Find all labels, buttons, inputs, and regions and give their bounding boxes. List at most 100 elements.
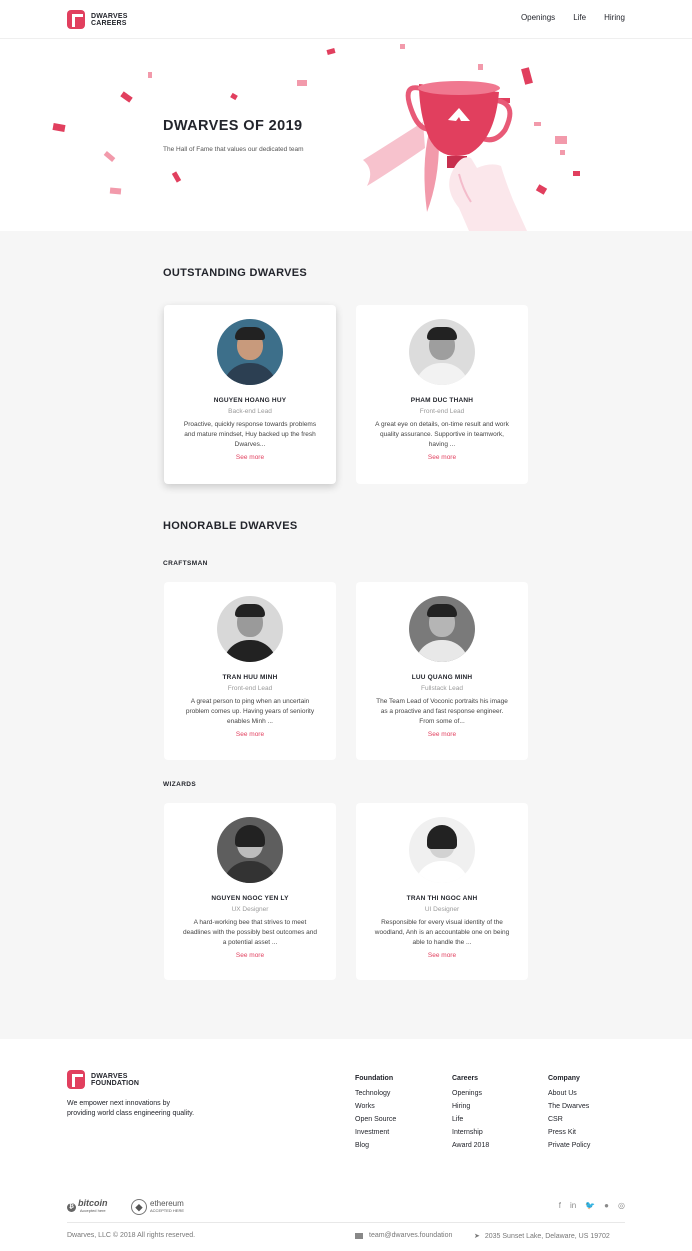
member-role: Front-end Lead	[227, 685, 273, 692]
footer-link[interactable]: Private Policy	[548, 1142, 590, 1149]
site-footer: DWARVES FOUNDATION We empower next innov…	[0, 1039, 692, 1251]
footer-link[interactable]: Press Kit	[548, 1129, 590, 1136]
see-more-link[interactable]: See more	[356, 454, 528, 461]
member-avatar	[217, 319, 283, 385]
member-role: Fullstack Lead	[421, 685, 463, 692]
site-header: DWARVES CAREERS Openings Life Hiring	[0, 0, 692, 39]
logo-line1: DWARVES	[91, 12, 128, 20]
see-more-link[interactable]: See more	[356, 731, 528, 738]
member-description: A great eye on details, on-time result a…	[375, 421, 509, 448]
see-more-link[interactable]: See more	[356, 952, 528, 959]
footer-logo-line2: FOUNDATION	[91, 1079, 140, 1087]
member-name: PHAM DUC THANH	[410, 397, 474, 404]
nav-hiring[interactable]: Hiring	[604, 13, 625, 22]
footer-link[interactable]: Technology	[355, 1090, 396, 1097]
footer-link[interactable]: The Dwarves	[548, 1103, 590, 1110]
confetti	[171, 171, 182, 183]
member-card[interactable]: LUU QUANG MINH Fullstack Lead The Team L…	[356, 582, 528, 760]
ethereum-label: ethereum	[150, 1199, 184, 1208]
member-name: NGUYEN HOANG HUY	[213, 397, 287, 404]
footer-link[interactable]: Award 2018	[452, 1142, 489, 1149]
footer-col-company: Company About Us The Dwarves CSR Press K…	[548, 1075, 590, 1155]
ethereum-icon: ◆	[131, 1199, 147, 1215]
page-title: DWARVES OF 2019	[163, 118, 303, 134]
footer-col-foundation: Foundation Technology Works Open Source …	[355, 1075, 396, 1155]
confetti	[573, 171, 580, 176]
confetti	[109, 187, 122, 195]
location-arrow-icon: ➤	[474, 1233, 480, 1240]
dwarves-foundation-logo[interactable]: DWARVES FOUNDATION	[67, 1070, 139, 1089]
confetti	[326, 48, 336, 55]
see-more-link[interactable]: See more	[164, 454, 336, 461]
footer-link[interactable]: About Us	[548, 1090, 590, 1097]
member-card[interactable]: TRAN HUU MINH Front-end Lead A great per…	[164, 582, 336, 760]
member-description: A great person to ping when an uncertain…	[185, 698, 315, 725]
footer-heading: Company	[548, 1075, 580, 1082]
member-avatar	[217, 596, 283, 662]
footer-link[interactable]: CSR	[548, 1116, 590, 1123]
confetti	[120, 91, 133, 103]
member-avatar	[217, 817, 283, 883]
confetti	[400, 44, 405, 49]
contact-address: ➤ 2035 Sunset Lake, Delaware, US 19702	[474, 1232, 610, 1241]
nav-openings[interactable]: Openings	[521, 13, 555, 22]
craftsman-label: CRAFTSMAN	[163, 560, 208, 567]
confetti	[297, 80, 307, 86]
member-card[interactable]: NGUYEN NGOC YEN LY UX Designer A hard-wo…	[164, 803, 336, 980]
email-text: team@dwarves.foundation	[369, 1232, 453, 1239]
page-subtitle: The Hall of Fame that values our dedicat…	[163, 146, 304, 153]
member-description: Responsible for every visual identity of…	[374, 919, 510, 946]
main-content: OUTSTANDING DWARVES NGUYEN HOANG HUY Bac…	[0, 231, 692, 1039]
footer-divider	[67, 1222, 625, 1223]
footer-heading: Careers	[452, 1075, 479, 1082]
member-card[interactable]: NGUYEN HOANG HUY Back-end Lead Proactive…	[164, 305, 336, 484]
wizards-label: WIZARDS	[163, 781, 197, 788]
facebook-icon[interactable]: f	[559, 1201, 561, 1210]
member-name: LUU QUANG MINH	[411, 674, 473, 681]
bitcoin-badge: ₿ bitcoin Accepted here	[67, 1199, 108, 1215]
contact-email[interactable]: team@dwarves.foundation	[355, 1232, 452, 1239]
footer-link[interactable]: Open Source	[355, 1116, 396, 1123]
footer-link[interactable]: Internship	[452, 1129, 489, 1136]
footer-link[interactable]: Hiring	[452, 1103, 489, 1110]
footer-link[interactable]: Blog	[355, 1142, 396, 1149]
member-card[interactable]: TRAN THI NGOC ANH UI Designer Responsibl…	[356, 803, 528, 980]
member-name: TRAN HUU MINH	[222, 674, 278, 681]
dwarves-logo-icon	[67, 1070, 85, 1089]
honorable-title: HONORABLE DWARVES	[163, 520, 298, 532]
member-avatar	[409, 319, 475, 385]
twitter-icon[interactable]: 🐦	[585, 1201, 595, 1210]
member-name: TRAN THI NGOC ANH	[406, 895, 478, 902]
confetti	[534, 122, 541, 126]
footer-logo-line1: DWARVES	[91, 1072, 128, 1080]
main-nav: Openings Life Hiring	[521, 13, 625, 22]
bitcoin-label: bitcoin	[78, 1198, 108, 1208]
footer-link[interactable]: Works	[355, 1103, 396, 1110]
trophy-illustration	[363, 81, 527, 231]
footer-tagline: We empower next innovations by providing…	[67, 1100, 195, 1117]
instagram-icon[interactable]: ◎	[618, 1201, 625, 1210]
member-description: The Team Lead of Voconic portraits his i…	[376, 698, 508, 725]
nav-life[interactable]: Life	[573, 13, 586, 22]
see-more-link[interactable]: See more	[164, 731, 336, 738]
footer-col-careers: Careers Openings Hiring Life Internship …	[452, 1075, 489, 1155]
dwarves-logo-icon	[67, 10, 85, 29]
member-card[interactable]: PHAM DUC THANH Front-end Lead A great ey…	[356, 305, 528, 484]
member-avatar	[409, 596, 475, 662]
confetti	[555, 136, 567, 144]
footer-link[interactable]: Openings	[452, 1090, 489, 1097]
ethereum-sublabel: ACCEPTED HERE	[150, 1208, 185, 1213]
member-role: Back-end Lead	[228, 408, 272, 415]
footer-link[interactable]: Life	[452, 1116, 489, 1123]
footer-heading: Foundation	[355, 1075, 394, 1082]
member-avatar	[409, 817, 475, 883]
ethereum-badge: ◆ ethereum ACCEPTED HERE	[131, 1199, 184, 1215]
footer-link[interactable]: Investment	[355, 1129, 396, 1136]
member-description: A hard-working bee that strives to meet …	[182, 919, 318, 946]
bitcoin-sublabel: Accepted here	[79, 1208, 106, 1213]
linkedin-icon[interactable]: in	[570, 1201, 576, 1210]
member-description: Proactive, quickly response towards prob…	[183, 421, 317, 448]
see-more-link[interactable]: See more	[164, 952, 336, 959]
github-icon[interactable]: ●	[604, 1201, 609, 1210]
dwarves-careers-logo[interactable]: DWARVES CAREERS	[67, 10, 128, 29]
